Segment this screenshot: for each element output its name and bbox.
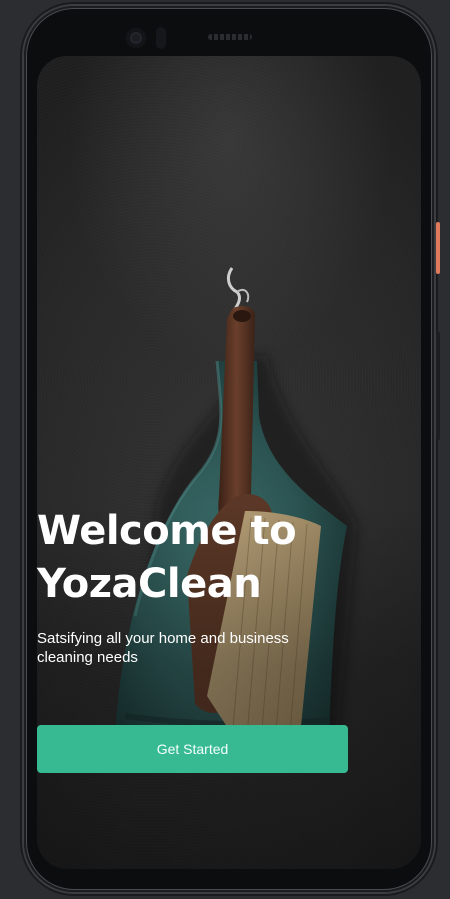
welcome-subtitle: Satsifying all your home and business cl… — [37, 630, 289, 666]
volume-button[interactable] — [436, 332, 440, 440]
earpiece-speaker — [208, 34, 252, 40]
welcome-title-line1: Welcome to — [37, 508, 297, 554]
welcome-title-line2: YozaClean — [37, 561, 262, 607]
front-camera-icon — [126, 28, 146, 48]
proximity-sensor — [156, 27, 166, 49]
emulator-stage: Welcome to YozaClean Satsifying all your… — [0, 0, 450, 899]
device-side-button-left — [20, 175, 23, 255]
power-button[interactable] — [436, 222, 440, 274]
get-started-button[interactable]: Get Started — [37, 725, 348, 773]
welcome-title: Welcome to YozaClean — [37, 505, 357, 611]
